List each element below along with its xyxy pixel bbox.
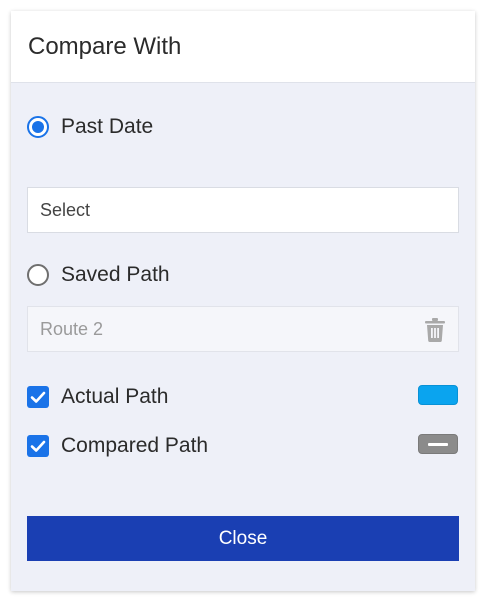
compare-with-dialog: Compare With Past Date Select Saved Path… [11, 11, 475, 591]
actual-path-color-swatch[interactable] [418, 385, 458, 405]
checkmark-icon [30, 440, 46, 452]
checkmark-icon [30, 391, 46, 403]
saved-path-radio[interactable] [27, 264, 49, 286]
saved-route-field[interactable]: Route 2 [27, 306, 459, 352]
past-date-radio[interactable] [27, 116, 49, 138]
date-select[interactable]: Select [27, 187, 459, 233]
compared-path-option[interactable]: Compared Path [27, 434, 208, 458]
trash-icon[interactable] [425, 318, 445, 342]
past-date-label: Past Date [61, 115, 154, 138]
compared-path-label: Compared Path [61, 434, 209, 457]
actual-path-option[interactable]: Actual Path [27, 385, 168, 409]
date-select-value: Select [40, 199, 91, 220]
past-date-option[interactable]: Past Date [27, 115, 153, 139]
saved-path-label: Saved Path [61, 263, 170, 286]
compared-path-color-swatch[interactable] [418, 434, 458, 454]
compared-path-checkbox[interactable] [27, 435, 49, 457]
actual-path-label: Actual Path [61, 385, 169, 408]
dialog-title: Compare With [28, 32, 182, 60]
saved-route-value: Route 2 [40, 318, 104, 339]
actual-path-checkbox[interactable] [27, 386, 49, 408]
dialog-header: Compare With [11, 11, 475, 83]
close-button[interactable]: Close [27, 516, 459, 561]
saved-path-option[interactable]: Saved Path [27, 263, 170, 287]
